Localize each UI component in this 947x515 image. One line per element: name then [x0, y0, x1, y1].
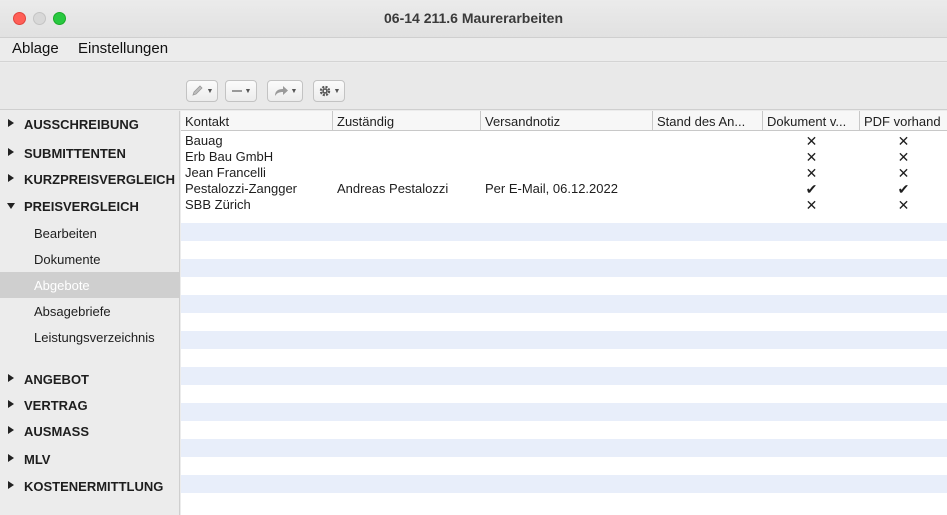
toolbar: ▼ ▼ ▼ ▼	[0, 63, 947, 110]
column-header-stand[interactable]: Stand des An...	[653, 111, 763, 131]
contacts-table: Kontakt Zuständig Versandnotiz Stand des…	[181, 111, 947, 515]
table-row-stripe	[181, 493, 947, 511]
sidebar-section-ausschreibung[interactable]: AUSSCHREIBUNG	[0, 113, 180, 137]
sidebar-section-ausmass[interactable]: AUSMASS	[0, 420, 180, 444]
table-row-stripe	[181, 403, 947, 421]
menu-bar: Ablage Einstellungen	[0, 38, 947, 62]
disclosure-triangle-icon	[8, 426, 14, 434]
cell-pdf-status: ✔	[897, 181, 910, 197]
cell-dokument-status: ✕	[805, 197, 818, 213]
disclosure-triangle-icon	[8, 481, 14, 489]
cell-pdf-status: ✕	[897, 133, 910, 149]
table-row-stripe	[181, 475, 947, 493]
cell-versandnotiz: Per E-Mail, 06.12.2022	[485, 181, 618, 196]
edit-button[interactable]: ▼	[186, 80, 218, 102]
column-header-dokument[interactable]: Dokument v...	[763, 111, 860, 131]
menu-einstellungen[interactable]: Einstellungen	[78, 40, 168, 57]
cell-pdf-status: ✕	[897, 165, 910, 181]
table-row-stripe	[181, 349, 947, 367]
sidebar-section-preisvergleich[interactable]: PREISVERGLEICH	[0, 195, 180, 219]
disclosure-triangle-icon	[8, 454, 14, 462]
table-row[interactable]: Pestalozzi-Zangger Andreas Pestalozzi Pe…	[181, 181, 947, 197]
table-row-stripe	[181, 331, 947, 349]
cell-dokument-status: ✔	[805, 181, 818, 197]
sidebar-section-vertrag[interactable]: VERTRAG	[0, 394, 180, 418]
cell-dokument-status: ✕	[805, 149, 818, 165]
cell-kontakt: Bauag	[185, 133, 223, 148]
table-row-stripe	[181, 241, 947, 259]
table-row-stripe	[181, 223, 947, 241]
table-row-stripe	[181, 295, 947, 313]
chevron-down-icon: ▼	[244, 87, 252, 95]
sidebar-item-absagebriefe[interactable]: Absagebriefe	[0, 298, 180, 324]
disclosure-triangle-icon	[8, 174, 14, 182]
table-row-stripe	[181, 277, 947, 295]
settings-button[interactable]: ▼	[313, 80, 345, 102]
column-header-pdf[interactable]: PDF vorhand	[860, 111, 947, 131]
sidebar-item-dokumente[interactable]: Dokumente	[0, 246, 180, 272]
table-row[interactable]: Erb Bau GmbH ✕ ✕	[181, 149, 947, 165]
table-row-stripe	[181, 457, 947, 475]
window-title: 06-14 211.6 Maurerarbeiten	[384, 10, 563, 26]
cell-kontakt: Pestalozzi-Zangger	[185, 181, 297, 196]
table-row-stripe	[181, 421, 947, 439]
minus-icon	[231, 90, 242, 92]
cell-dokument-status: ✕	[805, 133, 818, 149]
chevron-down-icon: ▼	[333, 87, 341, 95]
table-row-stripe	[181, 385, 947, 403]
cell-dokument-status: ✕	[805, 165, 818, 181]
title-bar: 06-14 211.6 Maurerarbeiten	[0, 0, 947, 38]
cell-kontakt: Erb Bau GmbH	[185, 149, 274, 164]
share-arrow-icon	[274, 86, 288, 96]
cell-kontakt: SBB Zürich	[185, 197, 251, 212]
table-header: Kontakt Zuständig Versandnotiz Stand des…	[181, 111, 947, 131]
remove-button[interactable]: ▼	[225, 80, 257, 102]
cell-pdf-status: ✕	[897, 197, 910, 213]
cell-kontakt: Jean Francelli	[185, 165, 266, 180]
column-header-kontakt[interactable]: Kontakt	[181, 111, 333, 131]
gear-icon	[319, 85, 330, 97]
sidebar-section-mlv[interactable]: MLV	[0, 448, 180, 472]
pencil-icon	[191, 85, 203, 96]
table-row-stripe	[181, 259, 947, 277]
sidebar-section-kostenermittlung[interactable]: KOSTENERMITTLUNG	[0, 475, 180, 499]
cell-zustaendig: Andreas Pestalozzi	[337, 181, 449, 196]
table-row[interactable]: Bauag ✕ ✕	[181, 133, 947, 149]
chevron-down-icon: ▼	[206, 87, 214, 95]
table-row[interactable]: SBB Zürich ✕ ✕	[181, 197, 947, 213]
sidebar-section-angebot[interactable]: ANGEBOT	[0, 368, 180, 392]
chevron-down-icon: ▼	[290, 87, 298, 95]
sidebar-item-abgebote[interactable]: Abgebote	[0, 272, 180, 298]
disclosure-triangle-icon	[8, 148, 14, 156]
table-row[interactable]: Jean Francelli ✕ ✕	[181, 165, 947, 181]
table-row-stripe	[181, 439, 947, 457]
sidebar-item-leistungsverzeichnis[interactable]: Leistungsverzeichnis	[0, 324, 180, 350]
sidebar-item-bearbeiten[interactable]: Bearbeiten	[0, 220, 180, 246]
menu-ablage[interactable]: Ablage	[12, 40, 59, 57]
sidebar-section-submittenten[interactable]: SUBMITTENTEN	[0, 142, 180, 166]
column-header-zustaendig[interactable]: Zuständig	[333, 111, 481, 131]
disclosure-triangle-icon	[8, 400, 14, 408]
disclosure-triangle-icon	[8, 119, 14, 127]
sidebar: AUSSCHREIBUNG SUBMITTENTEN KURZPREISVERG…	[0, 111, 180, 515]
disclosure-triangle-icon	[8, 374, 14, 382]
column-header-versandnotiz[interactable]: Versandnotiz	[481, 111, 653, 131]
cell-pdf-status: ✕	[897, 149, 910, 165]
disclosure-triangle-open-icon	[7, 203, 15, 209]
table-row-stripe	[181, 313, 947, 331]
sidebar-section-kurzpreisvergleich[interactable]: KURZPREISVERGLEICH	[0, 168, 180, 192]
share-button[interactable]: ▼	[267, 80, 303, 102]
table-row-stripe	[181, 367, 947, 385]
